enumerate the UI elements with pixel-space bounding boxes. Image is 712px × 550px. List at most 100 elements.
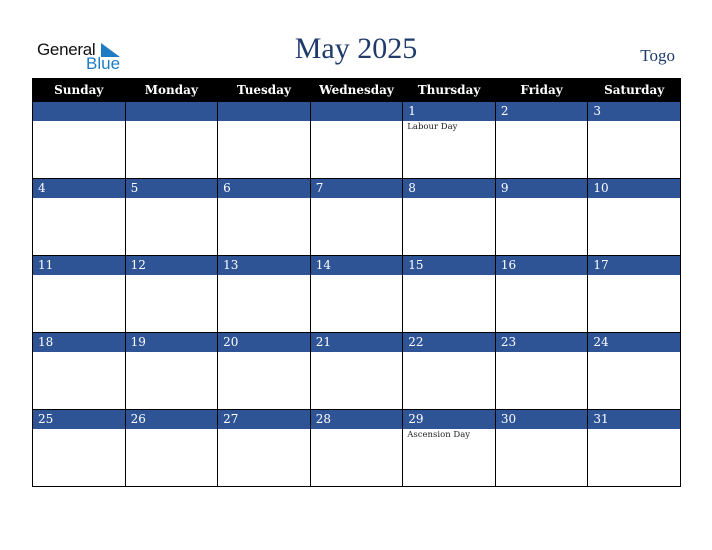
holiday-label [588, 275, 680, 276]
day-number: 23 [495, 333, 588, 352]
holiday-label [33, 275, 125, 276]
day-cell[interactable] [32, 101, 126, 179]
day-number: 21 [310, 333, 403, 352]
day-number: 13 [218, 256, 310, 275]
day-cell[interactable]: 15 [402, 255, 496, 333]
holiday-label [126, 352, 218, 353]
day-number: 2 [495, 102, 588, 121]
day-number: 3 [588, 102, 680, 121]
day-number: 24 [588, 333, 680, 352]
day-cell[interactable]: 8 [402, 178, 496, 256]
day-number: 11 [33, 256, 125, 275]
holiday-label [496, 275, 588, 276]
day-cell[interactable]: 28 [309, 409, 404, 487]
day-cell[interactable]: 11 [32, 255, 126, 333]
day-cell[interactable]: 5 [124, 178, 219, 256]
day-cell[interactable]: 27 [217, 409, 311, 487]
holiday-label [218, 429, 310, 430]
day-number [310, 102, 403, 121]
day-cell[interactable]: 1 Labour Day [402, 101, 496, 179]
day-number: 22 [403, 333, 495, 352]
holiday-label [588, 121, 680, 122]
calendar-grid: Sunday Monday Tuesday Wednesday Thursday… [32, 78, 681, 487]
day-number: 14 [310, 256, 403, 275]
day-cell[interactable]: 7 [309, 178, 404, 256]
holiday-label [218, 121, 310, 122]
day-number: 27 [218, 410, 310, 429]
holiday-label [311, 198, 403, 199]
day-cell[interactable]: 31 [587, 409, 681, 487]
day-number: 31 [588, 410, 680, 429]
holiday-label [218, 198, 310, 199]
day-cell[interactable]: 6 [217, 178, 311, 256]
holiday-label [218, 352, 310, 353]
page-title: May 2025 [294, 32, 418, 65]
day-number: 12 [125, 256, 218, 275]
day-number: 26 [125, 410, 218, 429]
day-number: 1 [403, 102, 495, 121]
holiday-label [496, 352, 588, 353]
day-cell[interactable]: 9 [494, 178, 589, 256]
day-number: 5 [125, 179, 218, 198]
holiday-label [33, 429, 125, 430]
day-cell[interactable]: 13 [217, 255, 311, 333]
weekday-header: Tuesday [217, 78, 311, 102]
day-cell[interactable]: 16 [494, 255, 589, 333]
day-cell[interactable]: 29 Ascension Day [402, 409, 496, 487]
holiday-label [33, 352, 125, 353]
holiday-label [588, 352, 680, 353]
holiday-label [311, 121, 403, 122]
week-row: 11 12 13 14 15 16 17 [32, 255, 681, 333]
holiday-label [496, 121, 588, 122]
holiday-label [403, 275, 495, 276]
weekday-header: Sunday [32, 78, 126, 102]
day-cell[interactable]: 10 [587, 178, 681, 256]
day-cell[interactable]: 3 [587, 101, 681, 179]
day-cell[interactable]: 24 [587, 332, 681, 410]
holiday-label [403, 198, 495, 199]
holiday-label [311, 429, 403, 430]
day-cell[interactable] [124, 101, 219, 179]
holiday-label [126, 121, 218, 122]
day-number: 25 [33, 410, 125, 429]
holiday-label [403, 352, 495, 353]
day-cell[interactable]: 17 [587, 255, 681, 333]
holiday-label [496, 429, 588, 430]
weekday-header: Monday [124, 78, 219, 102]
day-number: 7 [310, 179, 403, 198]
day-cell[interactable]: 12 [124, 255, 219, 333]
day-cell[interactable]: 22 [402, 332, 496, 410]
day-cell[interactable]: 25 [32, 409, 126, 487]
day-number [218, 102, 310, 121]
country-label: Togo [640, 46, 675, 65]
day-cell[interactable]: 19 [124, 332, 219, 410]
holiday-label [33, 198, 125, 199]
day-cell[interactable] [309, 101, 404, 179]
day-cell[interactable]: 14 [309, 255, 404, 333]
day-number [125, 102, 218, 121]
day-number: 15 [403, 256, 495, 275]
day-number: 10 [588, 179, 680, 198]
holiday-label [588, 429, 680, 430]
day-cell[interactable]: 23 [494, 332, 589, 410]
day-cell[interactable]: 20 [217, 332, 311, 410]
day-number: 6 [218, 179, 310, 198]
day-cell[interactable]: 4 [32, 178, 126, 256]
holiday-label [496, 198, 588, 199]
holiday-label [218, 275, 310, 276]
day-cell[interactable]: 18 [32, 332, 126, 410]
day-cell[interactable]: 2 [494, 101, 589, 179]
holiday-label [126, 275, 218, 276]
day-number: 9 [495, 179, 588, 198]
holiday-label [311, 352, 403, 353]
weekday-header: Saturday [587, 78, 681, 102]
day-number: 29 [403, 410, 495, 429]
holiday-label [126, 198, 218, 199]
day-number: 20 [218, 333, 310, 352]
day-number [33, 102, 125, 121]
day-cell[interactable] [217, 101, 311, 179]
day-cell[interactable]: 21 [309, 332, 404, 410]
day-number: 17 [588, 256, 680, 275]
day-cell[interactable]: 26 [124, 409, 219, 487]
day-cell[interactable]: 30 [494, 409, 589, 487]
